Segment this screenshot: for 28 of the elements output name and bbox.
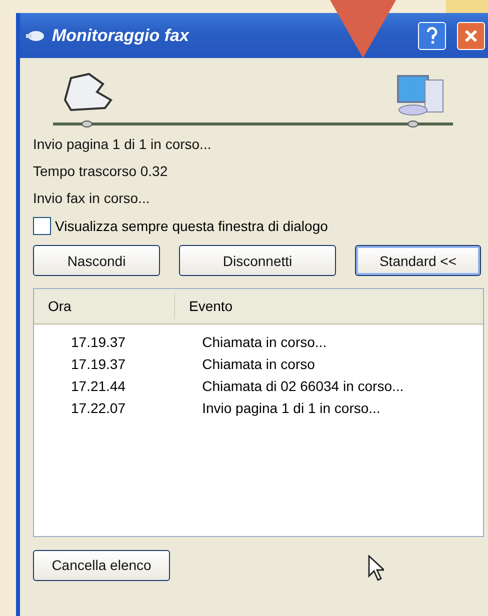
checkbox[interactable] xyxy=(33,217,51,235)
table-cell-text: 17.19.37 xyxy=(70,356,126,372)
table-cell-text: 17.22.07 xyxy=(70,400,126,416)
table-cell-text: Chiamata in corso xyxy=(202,356,316,372)
status-text: Tempo trascorso 0.32 xyxy=(33,162,169,181)
window-title: Monitoraggio fax xyxy=(52,26,190,46)
table-cell-text: Chiamata in corso... xyxy=(202,334,328,350)
table-cell-text: Invio pagina 1 di 1 in corso... xyxy=(202,400,382,416)
help-button[interactable] xyxy=(418,22,446,50)
clear-list-button[interactable]: Cancella elenco xyxy=(33,550,170,580)
table-cell-text: 17.19.37 xyxy=(70,334,126,350)
column-header[interactable]: Evento xyxy=(175,293,475,319)
status-text: Invio pagina 1 di 1 in corso... xyxy=(33,134,212,154)
dialog-button[interactable]: Standard << xyxy=(355,245,481,276)
dialog-button[interactable]: Nascondi xyxy=(33,245,160,276)
cursor-icon xyxy=(368,555,384,581)
dialog-button[interactable]: Disconnetti xyxy=(179,245,336,276)
question-icon xyxy=(426,26,438,44)
close-icon xyxy=(464,28,478,42)
always-show-checkbox[interactable]: Visualizza sempre questa finestra di dialogo xyxy=(33,211,486,241)
close-button[interactable] xyxy=(457,22,485,50)
table-cell-text: Chiamata di 02 66034 in corso... xyxy=(202,378,405,394)
column-header[interactable]: Ora xyxy=(34,293,175,319)
table-cell-text: 17.21.44 xyxy=(70,378,126,394)
fax-icon xyxy=(26,30,44,42)
pointer-arrow xyxy=(330,0,396,58)
checkbox-label: Visualizza sempre questa finestra di dialogo xyxy=(55,218,328,234)
status-text: Invio fax in corso... xyxy=(33,188,151,208)
